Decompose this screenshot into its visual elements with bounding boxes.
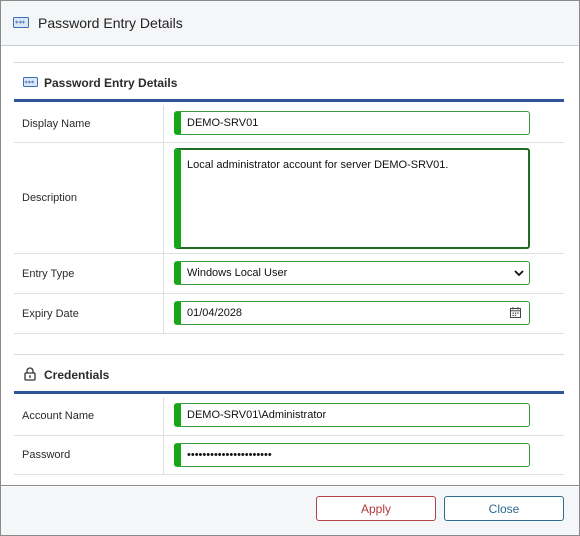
password-value: •••••••••••••••••••••• — [187, 449, 272, 461]
expiry-date-value: 01/04/2028 — [187, 307, 243, 319]
account-name-input[interactable]: DEMO-SRV01\Administrator — [174, 403, 530, 427]
description-textarea[interactable]: Local administrator account for server D… — [174, 148, 530, 249]
section-title-credentials: Credentials — [44, 368, 110, 382]
password-label: Password — [14, 436, 164, 474]
account-name-value: DEMO-SRV01\Administrator — [187, 409, 327, 421]
display-name-value: DEMO-SRV01 — [187, 117, 259, 129]
row-display-name: Display Name DEMO-SRV01 — [14, 105, 564, 143]
description-value: Local administrator account for server D… — [187, 159, 449, 171]
section-title-details: Password Entry Details — [44, 76, 178, 90]
password-input[interactable]: •••••••••••••••••••••• — [174, 443, 530, 467]
row-expiry-date: Expiry Date 01/04/2028 — [14, 294, 564, 334]
row-password: Password •••••••••••••••••••••• — [14, 436, 564, 475]
apply-button[interactable]: Apply — [316, 496, 436, 521]
close-button[interactable]: Close — [444, 496, 564, 521]
row-entry-type: Entry Type Windows Local User — [14, 254, 564, 294]
expiry-date-input[interactable]: 01/04/2028 — [174, 301, 530, 325]
display-name-label: Display Name — [14, 105, 164, 142]
description-label: Description — [14, 143, 164, 253]
row-description: Description Local administrator account … — [14, 143, 564, 254]
calendar-icon[interactable] — [510, 307, 521, 321]
dialog-footer: Apply Close — [1, 487, 579, 535]
chevron-down-icon — [513, 268, 525, 281]
password-entry-icon: ** * — [23, 77, 38, 91]
entry-type-select[interactable]: Windows Local User — [174, 261, 530, 285]
dialog-window: ** * Password Entry Details ** * Passwor… — [0, 0, 580, 536]
section-header-credentials: Credentials — [14, 354, 564, 394]
window-title: Password Entry Details — [38, 15, 183, 31]
expiry-date-label: Expiry Date — [14, 294, 164, 333]
title-bar: ** * Password Entry Details — [1, 1, 579, 46]
password-entry-icon: ** * — [13, 17, 29, 32]
entry-type-value: Windows Local User — [187, 267, 288, 279]
section-header-details: ** * Password Entry Details — [14, 62, 564, 102]
display-name-input[interactable]: DEMO-SRV01 — [174, 111, 530, 135]
lock-icon — [24, 367, 36, 384]
svg-text:*: * — [22, 20, 26, 28]
entry-type-label: Entry Type — [14, 254, 164, 293]
row-account-name: Account Name DEMO-SRV01\Administrator — [14, 397, 564, 436]
account-name-label: Account Name — [14, 397, 164, 435]
